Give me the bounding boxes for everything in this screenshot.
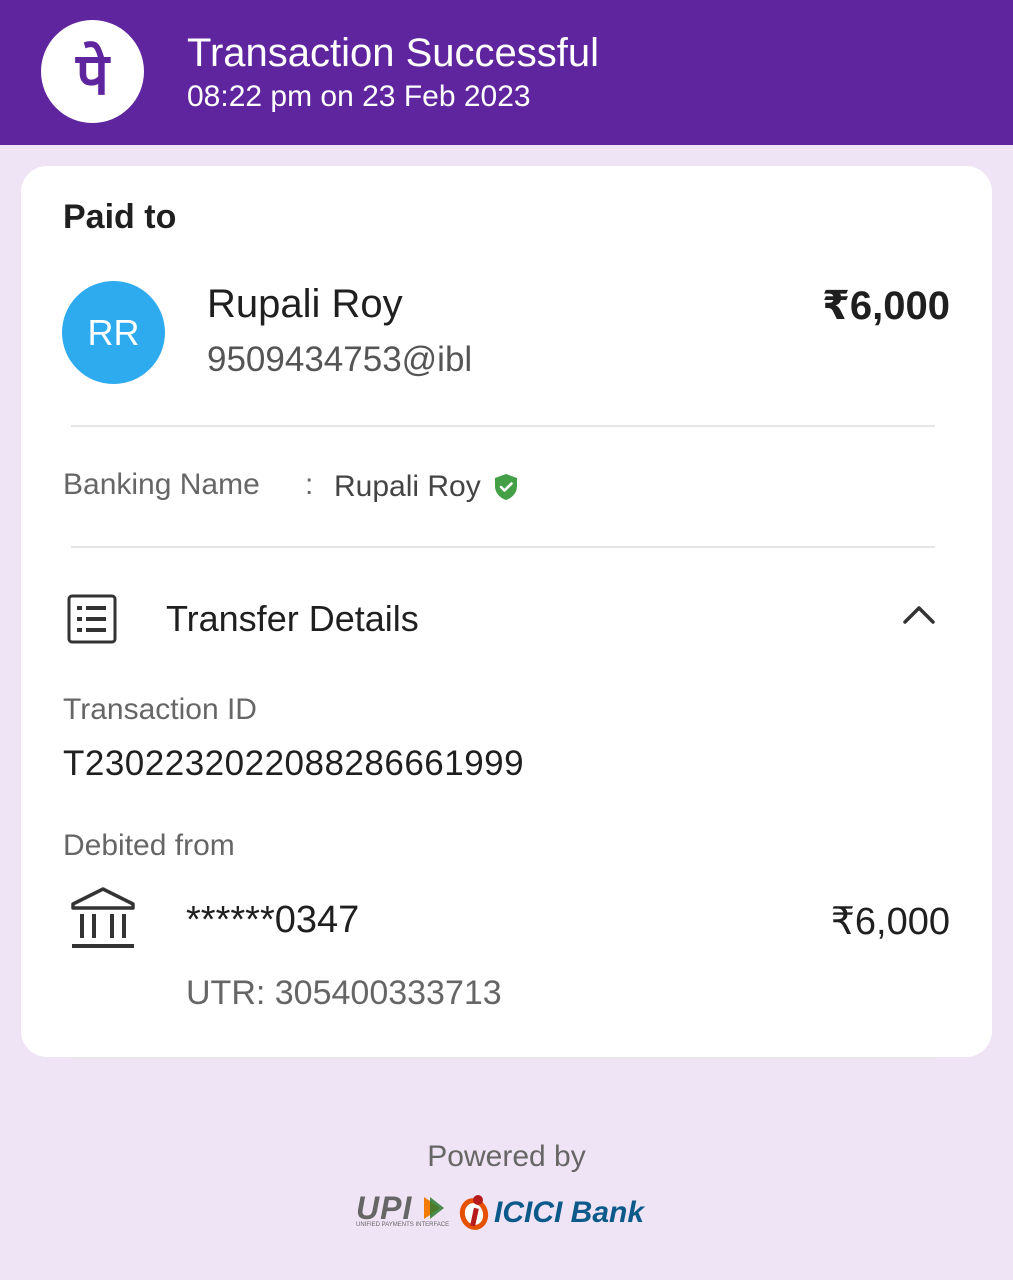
payee-name: Rupali Roy (207, 282, 403, 326)
payment-partner-logos: UPI UNIFIED PAYMENTS INTERFACE ICICI Ban… (356, 1190, 656, 1240)
payee-avatar[interactable]: RR (62, 281, 165, 384)
divider (71, 1057, 935, 1059)
divider (71, 546, 935, 548)
divider (71, 425, 935, 427)
icici-bank-logo-text: ICICI Bank (494, 1196, 645, 1229)
payee-avatar-initials: RR (87, 311, 140, 353)
banking-name-label: Banking Name (63, 468, 260, 501)
debit-account-number: ******0347 (186, 899, 360, 941)
banking-name-row: Rupali Roy (334, 470, 519, 504)
upi-arrow-icon (424, 1197, 444, 1219)
payee-upi-id: 9509434753@ibl (207, 340, 473, 379)
debited-amount: ₹6,000 (830, 901, 950, 943)
icici-logo-mark (456, 1192, 492, 1237)
bank-icon (70, 886, 136, 957)
paid-amount: ₹6,000 (822, 284, 950, 328)
phonepe-logo: पे (41, 20, 144, 123)
debited-from-label: Debited from (63, 829, 235, 862)
transaction-id-label: Transaction ID (63, 693, 257, 726)
receipt-list-icon (67, 594, 117, 649)
paid-to-label: Paid to (63, 198, 177, 236)
header-bar: पे Transaction Successful 08:22 pm on 23… (0, 0, 1013, 145)
banking-name-value: Rupali Roy (334, 470, 481, 503)
transaction-datetime: 08:22 pm on 23 Feb 2023 (187, 80, 531, 113)
utr-number[interactable]: UTR: 305400333713 (186, 974, 502, 1013)
transaction-id-value[interactable]: T2302232022088286661999 (63, 744, 524, 784)
transfer-details-title[interactable]: Transfer Details (166, 598, 419, 640)
shield-check-icon (493, 473, 519, 501)
transaction-status-title: Transaction Successful (187, 31, 600, 75)
upi-logo-subtext: UNIFIED PAYMENTS INTERFACE (356, 1222, 450, 1228)
banking-name-separator: : (305, 468, 314, 501)
transaction-card: Paid to RR Rupali Roy 9509434753@ibl ₹6,… (21, 166, 992, 1057)
powered-by-label: Powered by (427, 1140, 586, 1173)
chevron-up-icon[interactable] (901, 602, 937, 631)
phonepe-logo-glyph: पे (76, 40, 109, 108)
